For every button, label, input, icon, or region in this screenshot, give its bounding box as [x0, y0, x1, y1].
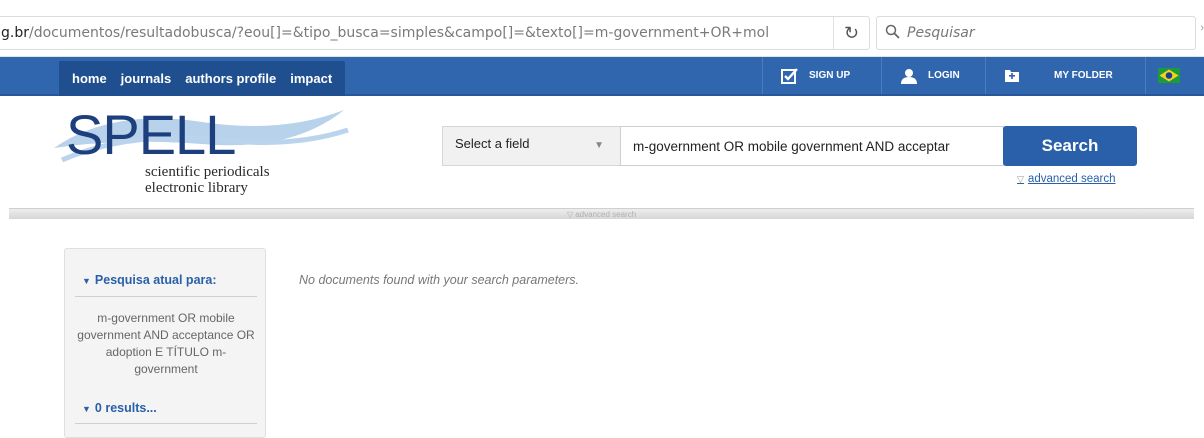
advanced-search-link[interactable]: ▽ advanced search	[1017, 173, 1116, 185]
results-count-heading[interactable]: ▼ 0 results...	[82, 401, 157, 415]
signup-label: SIGN UP	[809, 70, 851, 81]
no-results-message: No documents found with your search para…	[299, 273, 579, 287]
user-icon	[901, 68, 917, 84]
language-button[interactable]	[1145, 57, 1204, 94]
search-button[interactable]: Search	[1003, 126, 1137, 166]
current-search-heading[interactable]: ▼ Pesquisa atual para:	[82, 273, 217, 287]
toolbar-edge-icon: ›	[1200, 22, 1204, 34]
logo-wordmark: SPELL	[66, 103, 236, 166]
folder-label: MY FOLDER	[1054, 70, 1113, 81]
reload-icon[interactable]: ↻	[833, 17, 869, 49]
triangle-down-icon: ▼	[82, 404, 91, 414]
results-count-label: 0 results...	[94, 401, 157, 415]
separator-label: advanced search	[575, 210, 637, 219]
brazil-flag-icon	[1158, 68, 1180, 83]
login-label: LOGIN	[928, 70, 960, 81]
logo-tagline-1: scientific periodicals	[145, 164, 270, 180]
triangle-down-icon: ▼	[82, 276, 91, 286]
divider	[75, 296, 257, 297]
my-folder-button[interactable]: MY FOLDER	[985, 57, 1145, 94]
caret-down-icon: ▽	[1017, 174, 1024, 184]
main-menu: home journals authors profile impact	[59, 61, 346, 96]
field-select-value: Select a field	[455, 136, 530, 151]
top-nav-bar: home journals authors profile impact SIG…	[0, 57, 1204, 96]
search-form: Select a field ▼ m-government OR mobile …	[442, 126, 1004, 166]
tab-journals[interactable]: journals	[114, 61, 179, 96]
divider	[75, 423, 257, 424]
advanced-search-toggle-bar[interactable]: ▽ advanced search	[9, 208, 1194, 219]
chevron-down-icon: ▼	[594, 140, 604, 151]
folder-icon	[1005, 70, 1019, 82]
user-links: SIGN UP LOGIN MY FOLDER	[762, 57, 1204, 94]
browser-search-input[interactable]: Pesquisar	[876, 16, 1196, 50]
search-sidebar: ▼ Pesquisa atual para: m-government OR mo…	[64, 248, 266, 438]
url-path: /documentos/resultadobusca/?eou[]=&tipo_…	[28, 25, 770, 41]
logo-tagline-2: electronic library	[145, 180, 248, 196]
address-bar[interactable]: g.br/documentos/resultadobusca/?eou[]=&t…	[0, 16, 870, 50]
current-search-label: Pesquisa atual para:	[94, 273, 217, 287]
login-button[interactable]: LOGIN	[881, 57, 985, 94]
field-select[interactable]: Select a field ▼	[442, 126, 620, 166]
signup-button[interactable]: SIGN UP	[762, 57, 881, 94]
browser-search-placeholder: Pesquisar	[907, 25, 975, 41]
browser-toolbar: g.br/documentos/resultadobusca/?eou[]=&t…	[0, 0, 1204, 57]
search-icon	[885, 24, 900, 39]
tab-impact[interactable]: impact	[283, 61, 339, 96]
checkbox-icon	[781, 67, 798, 84]
spell-logo[interactable]: SPELL scientific periodicals electronic …	[52, 100, 352, 206]
current-query-text: m-government OR mobile government AND ac…	[77, 311, 255, 376]
search-input[interactable]: m-government OR mobile government AND ac…	[620, 126, 1004, 166]
advanced-search-label: advanced search	[1027, 173, 1116, 185]
url-domain: g.br	[1, 25, 29, 41]
tab-authors-profile[interactable]: authors profile	[178, 61, 283, 96]
tab-home[interactable]: home	[65, 61, 114, 96]
